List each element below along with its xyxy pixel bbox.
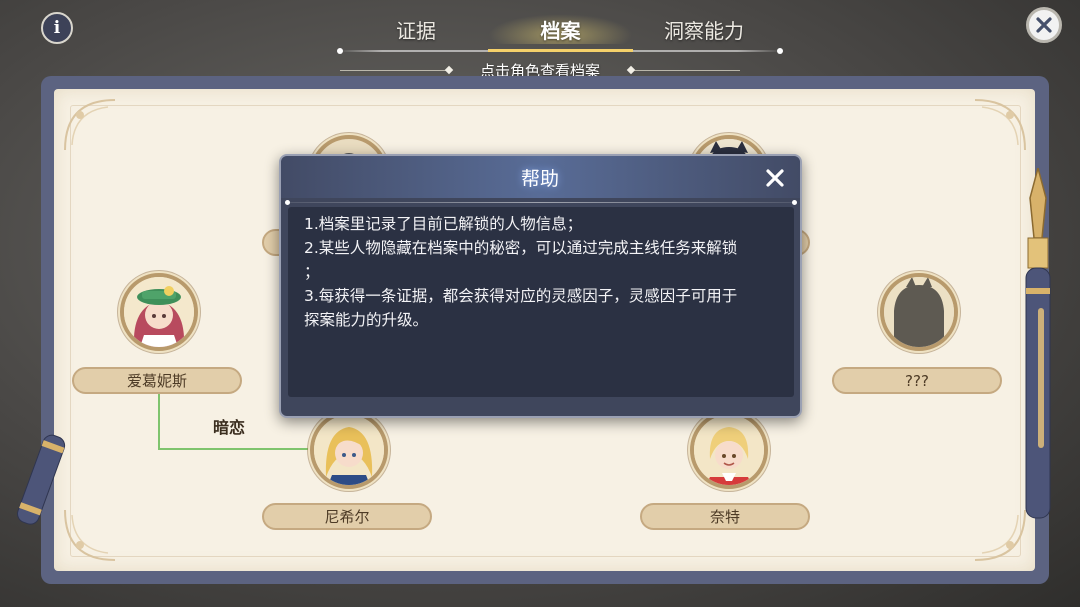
character-portrait[interactable] bbox=[310, 411, 388, 489]
character-portrait-icon bbox=[694, 415, 764, 485]
divider-dot bbox=[285, 200, 290, 205]
close-icon bbox=[766, 169, 784, 187]
close-button[interactable] bbox=[1026, 7, 1062, 43]
character-name-plate[interactable]: 爱葛妮斯 bbox=[72, 367, 242, 394]
help-text: 1.档案里记录了目前已解锁的人物信息； 2.某些人物隐藏在档案中的秘密，可以通过… bbox=[304, 212, 784, 332]
tab-archive[interactable]: 档案 bbox=[488, 14, 633, 44]
divider-dot bbox=[792, 200, 797, 205]
character-portrait[interactable] bbox=[120, 273, 198, 351]
tabs-divider-dot bbox=[337, 48, 343, 54]
help-line: 探案能力的升级。 bbox=[304, 311, 429, 329]
info-icon: i bbox=[53, 18, 61, 38]
relation-line bbox=[158, 448, 310, 450]
tab-active-indicator bbox=[488, 49, 633, 52]
character-portrait-icon bbox=[314, 415, 384, 485]
pen-cap-icon bbox=[17, 434, 66, 525]
subtitle-rule bbox=[340, 69, 446, 71]
help-line: 3.每获得一条证据，都会获得对应的灵感因子，灵感因子可用于 bbox=[304, 287, 738, 305]
help-close-button[interactable] bbox=[762, 165, 788, 191]
corner-ornament-icon bbox=[974, 99, 1026, 151]
help-line: ； bbox=[304, 263, 320, 281]
character-name-plate[interactable]: 尼希尔 bbox=[262, 503, 432, 530]
help-dialog-title: 帮助 bbox=[520, 168, 559, 190]
help-dialog-divider bbox=[287, 202, 795, 203]
tabs-divider-dot bbox=[777, 48, 783, 54]
tab-evidence[interactable]: 证据 bbox=[370, 14, 462, 44]
help-line: 1.档案里记录了目前已解锁的人物信息； bbox=[304, 215, 583, 233]
relation-label: 暗恋 bbox=[213, 418, 246, 437]
close-icon bbox=[1036, 17, 1052, 33]
subtitle-rule bbox=[634, 69, 741, 71]
help-line: 2.某些人物隐藏在档案中的秘密，可以通过完成主线任务来解锁 bbox=[304, 239, 738, 257]
corner-ornament-icon bbox=[64, 99, 116, 151]
character-name-plate[interactable]: 奈特 bbox=[640, 503, 810, 530]
relation-line bbox=[158, 392, 160, 450]
character-portrait[interactable] bbox=[690, 411, 768, 489]
character-portrait-icon bbox=[124, 277, 194, 347]
character-portrait[interactable] bbox=[880, 273, 958, 351]
info-button[interactable]: i bbox=[41, 12, 73, 44]
tab-insight[interactable]: 洞察能力 bbox=[648, 14, 760, 44]
silhouette-icon bbox=[884, 277, 954, 347]
character-name-plate[interactable]: ??? bbox=[832, 367, 1002, 394]
fountain-pen-icon bbox=[1025, 168, 1051, 519]
